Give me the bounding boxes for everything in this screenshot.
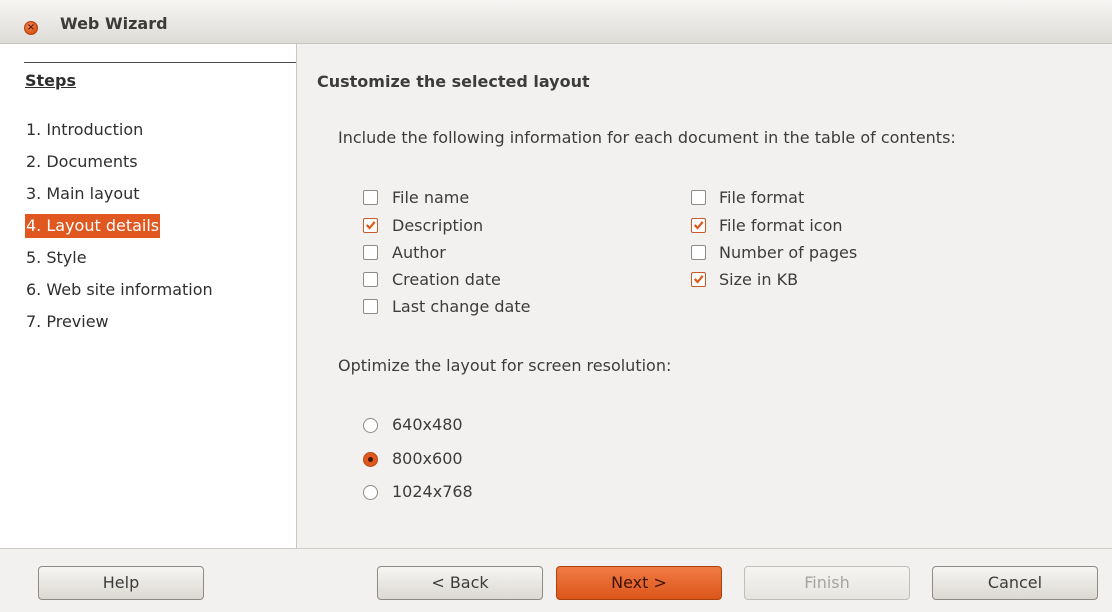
checkbox-label: File format <box>719 188 805 207</box>
step-style[interactable]: 5. Style <box>25 246 88 270</box>
resolution-label: Optimize the layout for screen resolutio… <box>338 356 672 375</box>
radio-label: 1024x768 <box>392 482 473 501</box>
step-introduction[interactable]: 1. Introduction <box>25 118 144 142</box>
step-documents[interactable]: 2. Documents <box>25 150 139 174</box>
next-button[interactable]: Next > <box>556 566 722 600</box>
button-bar: Help < Back Next > Finish Cancel <box>0 548 1112 612</box>
finish-button[interactable]: Finish <box>744 566 910 600</box>
step-main-layout[interactable]: 3. Main layout <box>25 182 141 206</box>
radio-button[interactable] <box>363 452 378 467</box>
step-preview[interactable]: 7. Preview <box>25 310 110 334</box>
checkbox-box[interactable] <box>691 272 706 287</box>
checkbox-label: Last change date <box>392 297 531 316</box>
checkbox-box[interactable] <box>691 218 706 233</box>
radio-button[interactable] <box>363 418 378 433</box>
checkbox-label: File format icon <box>719 216 843 235</box>
checkbox-box[interactable] <box>691 245 706 260</box>
steps-divider <box>24 62 296 63</box>
steps-heading: Steps <box>25 71 76 90</box>
help-button[interactable]: Help <box>38 566 204 600</box>
checkbox-label: Size in KB <box>719 270 799 289</box>
checkbox-box[interactable] <box>363 272 378 287</box>
window-title: Web Wizard <box>60 14 168 33</box>
section-title: Customize the selected layout <box>317 72 590 91</box>
cancel-button[interactable]: Cancel <box>932 566 1098 600</box>
checkbox-box[interactable] <box>363 218 378 233</box>
back-button[interactable]: < Back <box>377 566 543 600</box>
checkbox-label: Creation date <box>392 270 501 289</box>
step-web-site-information[interactable]: 6. Web site information <box>25 278 214 302</box>
checkbox-label: Description <box>392 216 484 235</box>
radio-button[interactable] <box>363 485 378 500</box>
checkbox-label: Author <box>392 243 446 262</box>
radio-label: 800x600 <box>392 449 463 468</box>
checkbox-box[interactable] <box>363 190 378 205</box>
step-layout-details[interactable]: 4. Layout details <box>25 214 161 238</box>
checkbox-label: Number of pages <box>719 243 858 262</box>
include-info-label: Include the following information for ea… <box>338 128 956 147</box>
steps-panel: Steps 1. Introduction 2. Documents 3. Ma… <box>0 44 297 548</box>
checkbox-box[interactable] <box>363 245 378 260</box>
title-bar: × Web Wizard <box>0 0 1112 44</box>
checkbox-box[interactable] <box>691 190 706 205</box>
radio-label: 640x480 <box>392 415 463 434</box>
close-icon[interactable]: × <box>24 21 38 35</box>
checkbox-box[interactable] <box>363 299 378 314</box>
main-panel: Customize the selected layout Include th… <box>297 44 1112 548</box>
checkbox-label: File name <box>392 188 470 207</box>
